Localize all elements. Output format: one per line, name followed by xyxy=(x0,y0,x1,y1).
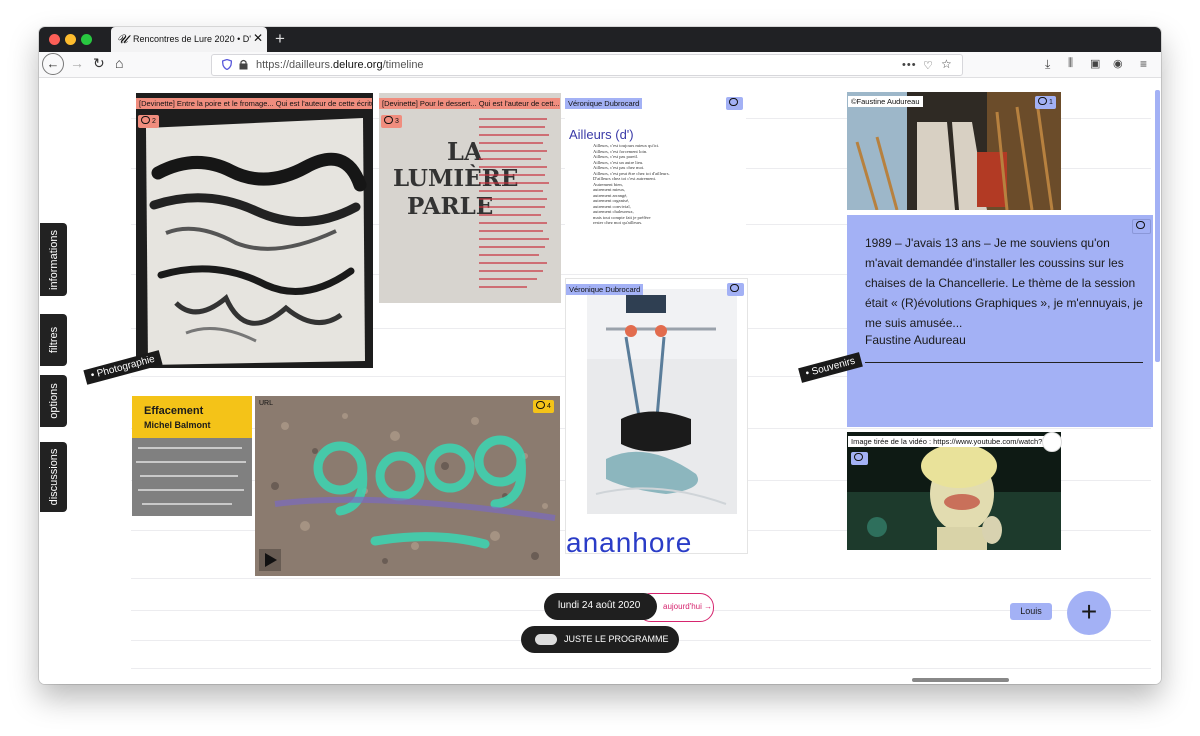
user-tag[interactable]: Louis xyxy=(1010,603,1052,620)
new-tab-icon[interactable]: + xyxy=(275,29,285,49)
chairs-photo xyxy=(847,92,1061,210)
url-gravel-card[interactable]: URL 4 xyxy=(255,396,560,576)
comment-count-badge[interactable]: 2 xyxy=(138,115,159,128)
veronique-bottom-text: ananhore xyxy=(566,527,693,554)
devinette-card-1[interactable]: [Devinette] Entre la poire et le fromage… xyxy=(136,93,373,368)
comment-icon xyxy=(536,401,545,409)
favicon-icon: 𝓤 xyxy=(117,32,128,46)
close-tab-icon[interactable]: ✕ xyxy=(253,31,263,45)
comment-icon xyxy=(141,116,150,124)
forward-button-icon[interactable]: → xyxy=(70,55,84,71)
tab-bar: 𝓤 Rencontres de Lure 2020 • D'ai ✕ + xyxy=(39,27,1161,52)
bollard-photo xyxy=(587,289,737,514)
shield-icon[interactable] xyxy=(222,59,232,70)
poem-title: Ailleurs (d') xyxy=(569,127,634,142)
ailleurs-card[interactable]: Véronique Dubrocard Ailleurs (d') Ailleu… xyxy=(565,93,746,273)
toggle-switch[interactable] xyxy=(535,634,557,645)
video-source-label: Image tirée de la vidéo : https://www.yo… xyxy=(848,436,1059,447)
minimize-window-dot[interactable] xyxy=(65,34,76,45)
sidebar-button-filtres[interactable]: filtres xyxy=(40,314,67,366)
comment-count-badge[interactable]: 1 xyxy=(1035,96,1056,109)
current-date: lundi 24 août 2020 xyxy=(558,600,641,611)
url-text[interactable]: https://dailleurs.delure.org/timeline xyxy=(256,59,424,71)
devinette-card-2[interactable]: [Devinette] Pour le dessert... Qui est l… xyxy=(379,93,561,303)
timeline-page: informations filtres options discussions… xyxy=(39,78,1161,684)
devinette-2-label: [Devinette] Pour le dessert... Qui est l… xyxy=(379,98,560,109)
plus-icon: + xyxy=(1080,596,1098,627)
souvenir-text: 1989 – J'avais 13 ans – Je me souviens q… xyxy=(865,236,1143,330)
library-icon[interactable]: ⫼ xyxy=(1068,57,1073,70)
zoom-window-dot[interactable] xyxy=(81,34,92,45)
toggle-label: JUSTE LE PROGRAMME xyxy=(564,634,669,644)
menu-icon[interactable]: ≡ xyxy=(1140,57,1147,71)
video-card[interactable]: Image tirée de la vidéo : https://www.yo… xyxy=(847,432,1061,550)
comment-count-badge[interactable]: 4 xyxy=(533,400,554,413)
vertical-scrollbar[interactable] xyxy=(1155,90,1160,362)
comment-count-badge[interactable]: 3 xyxy=(381,115,402,128)
effacement-card[interactable]: Effacement Michel Balmont xyxy=(132,396,252,516)
comment-icon xyxy=(1038,97,1047,105)
devinette-1-label: [Devinette] Entre la poire et le fromage… xyxy=(136,98,372,109)
timeline-line xyxy=(131,668,1151,669)
stamp-photographie[interactable]: • Photographie xyxy=(83,350,163,385)
sidebar-button-discussions[interactable]: discussions xyxy=(40,442,67,512)
comment-icon xyxy=(730,284,739,292)
gravel-graffiti-image xyxy=(255,396,560,576)
date-pill[interactable]: lundi 24 août 2020 xyxy=(544,593,657,620)
comment-badge[interactable] xyxy=(726,97,743,110)
souvenir-text-card[interactable]: 1989 – J'avais 13 ans – Je me souviens q… xyxy=(847,215,1153,427)
comment-badge[interactable] xyxy=(1132,219,1151,234)
today-label: aujourd'hui xyxy=(663,602,702,611)
sidebar-button-informations[interactable]: informations xyxy=(40,223,67,296)
video-corner-handle[interactable] xyxy=(1042,432,1062,452)
effacement-title: Effacement xyxy=(144,405,204,417)
url-bar[interactable]: https://dailleurs.delure.org/timeline ••… xyxy=(211,54,963,76)
comment-badge[interactable] xyxy=(851,452,868,465)
add-post-button[interactable]: + xyxy=(1067,591,1111,635)
sidebar-button-options[interactable]: options xyxy=(40,375,67,427)
calligraphy-image xyxy=(136,93,373,368)
play-icon[interactable] xyxy=(259,549,281,571)
more-actions-icon[interactable]: ••• xyxy=(902,59,917,71)
red-handwriting-image xyxy=(479,118,549,288)
url-card-label: URL xyxy=(259,400,274,407)
comment-icon xyxy=(384,116,393,124)
back-button-icon[interactable]: ← xyxy=(42,53,64,75)
faustine-photo-label: ©Faustine Audureau xyxy=(848,96,923,107)
comment-icon xyxy=(854,453,863,461)
tab-title: Rencontres de Lure 2020 • D'ai xyxy=(133,34,251,44)
veronique-author-label: Véronique Dubrocard xyxy=(566,284,644,295)
comment-icon xyxy=(1136,221,1145,229)
engraved-stone-image xyxy=(132,438,252,516)
effacement-author: Michel Balmont xyxy=(144,420,211,430)
reload-button-icon[interactable]: ↻ xyxy=(93,55,105,72)
browser-tab[interactable]: 𝓤 Rencontres de Lure 2020 • D'ai ✕ xyxy=(111,27,267,52)
veronique-photo-card[interactable]: Véronique Dubrocard ananhore xyxy=(565,278,748,554)
comment-icon xyxy=(729,98,738,106)
download-icon[interactable]: ⤓ xyxy=(1045,57,1050,72)
navigation-bar: ← → ↻ ⌂ https://dailleurs.delure.org/tim… xyxy=(39,52,1161,78)
souvenir-author: Faustine Audureau xyxy=(865,333,966,347)
timeline-line xyxy=(131,578,1151,579)
bookmark-star-icon[interactable]: ☆ xyxy=(941,57,952,71)
close-window-dot[interactable] xyxy=(49,34,60,45)
poem-text: Ailleurs, c'est toujours mieux qu'ici. Ai… xyxy=(593,143,670,225)
sidebar-toggle-icon[interactable]: ▣ xyxy=(1090,57,1100,70)
effacement-header xyxy=(132,396,252,438)
arrow-right-icon: → xyxy=(704,602,713,611)
lock-icon xyxy=(239,59,248,70)
comment-badge[interactable] xyxy=(727,283,744,296)
pocket-icon[interactable]: ♡ xyxy=(923,59,933,72)
home-button-icon[interactable]: ⌂ xyxy=(115,55,123,71)
browser-window: 𝓤 Rencontres de Lure 2020 • D'ai ✕ + ← →… xyxy=(39,27,1161,684)
video-still-image xyxy=(847,432,1061,550)
faustine-photo-card[interactable]: ©Faustine Audureau 1 xyxy=(847,92,1061,210)
program-toggle[interactable]: JUSTE LE PROGRAMME xyxy=(521,626,679,653)
account-icon[interactable]: ◉ xyxy=(1113,57,1123,70)
horizontal-scrollbar[interactable] xyxy=(912,678,1009,682)
divider xyxy=(865,362,1143,363)
ailleurs-author-label: Véronique Dubrocard xyxy=(565,98,643,109)
